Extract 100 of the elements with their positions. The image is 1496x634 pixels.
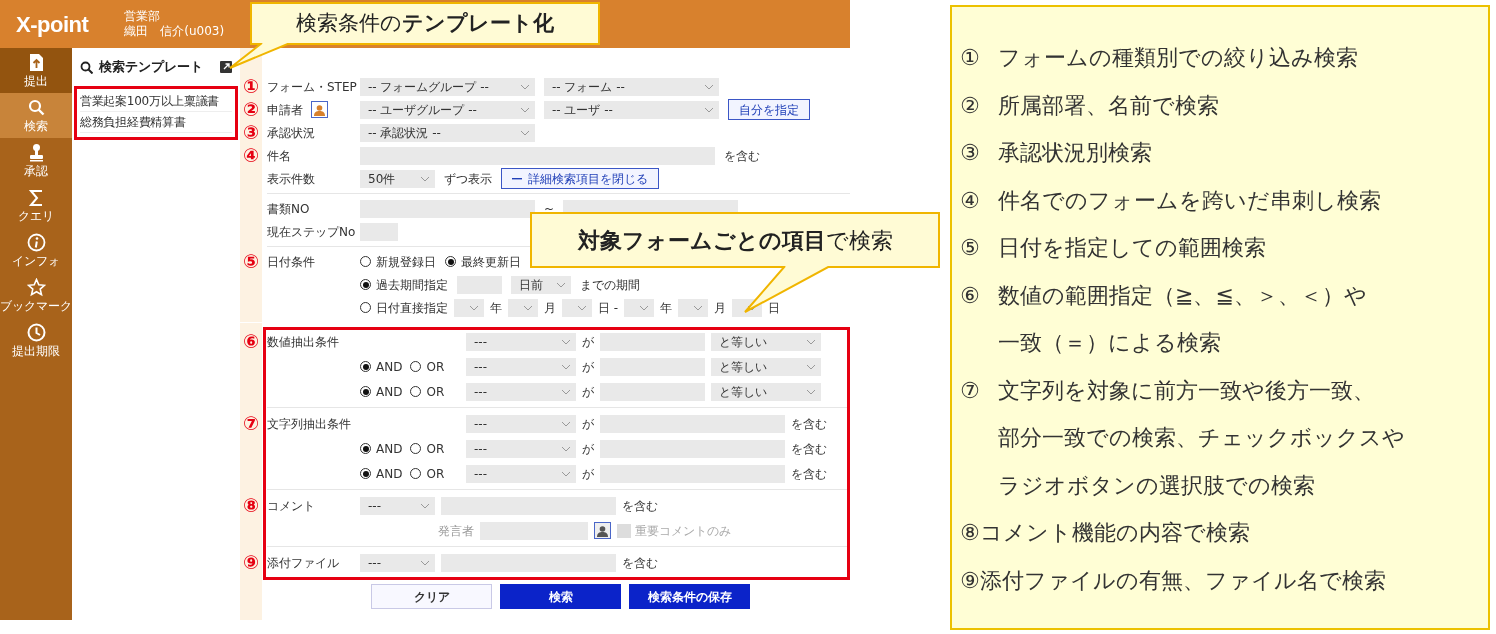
field-label: フォーム・STEP bbox=[267, 78, 357, 96]
step-marker: ⑧ bbox=[241, 496, 261, 515]
dropdown[interactable]: 50件 bbox=[360, 169, 435, 188]
dropdown[interactable]: --- bbox=[466, 414, 576, 433]
nav-item[interactable]: 提出 bbox=[0, 48, 72, 93]
note-text: 日付を指定しての範囲検索 bbox=[998, 234, 1266, 263]
dropdown[interactable]: -- フォーム -- bbox=[544, 77, 719, 96]
radio-option[interactable]: AND bbox=[360, 439, 403, 458]
chevron-icon bbox=[561, 420, 571, 427]
chevron-icon bbox=[520, 129, 530, 136]
field-label: 承認状況 bbox=[267, 124, 315, 142]
nav-item[interactable]: クエリ bbox=[0, 183, 72, 228]
note-text: ⑧コメント機能の内容で検索 bbox=[960, 519, 1250, 548]
dropdown[interactable] bbox=[562, 298, 592, 317]
radio-option[interactable]: 日付直接指定 bbox=[360, 298, 448, 317]
checkbox-option: 重要コメントのみ bbox=[617, 521, 731, 540]
dropdown[interactable]: 日前 bbox=[511, 275, 571, 294]
radio-option[interactable]: 新規登録日 bbox=[360, 252, 436, 271]
chevron-icon bbox=[420, 559, 430, 566]
radio-option[interactable]: OR bbox=[410, 382, 445, 401]
field-text: までの期間 bbox=[580, 276, 640, 294]
step-marker: ⑨ bbox=[241, 553, 261, 572]
dropdown[interactable] bbox=[624, 298, 655, 317]
primary-button[interactable]: 検索条件の保存 bbox=[629, 584, 750, 609]
field-text: が bbox=[582, 465, 594, 483]
field-text: が bbox=[582, 383, 594, 401]
chevron-icon bbox=[693, 304, 704, 311]
chevron-icon bbox=[520, 106, 530, 113]
radio-option[interactable]: 最終更新日 bbox=[445, 252, 521, 271]
field-text: 日 - bbox=[598, 299, 619, 317]
dropdown[interactable]: --- bbox=[466, 357, 576, 376]
field-text: 年 bbox=[660, 299, 673, 317]
chevron-icon bbox=[806, 388, 816, 395]
dropdown[interactable]: --- bbox=[360, 553, 435, 572]
dropdown[interactable]: と等しい bbox=[711, 357, 821, 376]
field-label: 文字列抽出条件 bbox=[267, 415, 351, 433]
action-button[interactable]: 自分を指定 bbox=[728, 99, 810, 120]
dropdown[interactable]: --- bbox=[466, 439, 576, 458]
note-text: 数値の範囲指定（≧、≦、＞、＜）や bbox=[998, 281, 1367, 310]
clock-icon bbox=[26, 323, 46, 342]
dropdown[interactable]: --- bbox=[360, 496, 435, 515]
radio-option[interactable]: AND bbox=[360, 464, 403, 483]
callout-text: 対象フォームごとの項目で検索 bbox=[577, 226, 893, 255]
user-picker-button[interactable] bbox=[311, 101, 328, 118]
dropdown[interactable]: --- bbox=[466, 464, 576, 483]
field-text: を含む bbox=[622, 497, 658, 515]
search-icon bbox=[80, 60, 93, 74]
template-item[interactable]: 総務負担経費精算書 bbox=[80, 112, 232, 133]
chevron-icon bbox=[520, 83, 530, 90]
chevron-icon bbox=[420, 502, 430, 509]
note-text: 部分一致での検索、チェックボックスや bbox=[998, 424, 1405, 453]
radio-option[interactable]: AND bbox=[360, 357, 403, 376]
note-marker: ② bbox=[960, 91, 981, 120]
nav-item[interactable]: ブックマーク bbox=[0, 273, 72, 318]
department-name: 営業部 bbox=[124, 9, 162, 24]
step-marker: ④ bbox=[241, 146, 261, 165]
dropdown[interactable]: --- bbox=[466, 332, 576, 351]
dropdown[interactable] bbox=[678, 298, 709, 317]
dropdown[interactable]: -- フォームグループ -- bbox=[360, 77, 535, 96]
dropdown[interactable]: -- ユーザグループ -- bbox=[360, 100, 535, 119]
step-marker: ⑥ bbox=[241, 332, 261, 351]
dropdown[interactable]: -- ユーザ -- bbox=[544, 100, 719, 119]
field-label: 件名 bbox=[267, 147, 291, 165]
field-text: を含む bbox=[791, 440, 827, 458]
primary-button[interactable]: 検索 bbox=[500, 584, 621, 609]
template-item[interactable]: 営業起案100万以上稟議書 bbox=[80, 91, 232, 112]
radio-option[interactable]: AND bbox=[360, 382, 403, 401]
nav-item[interactable]: インフォ bbox=[0, 228, 72, 273]
search-icon bbox=[26, 98, 46, 117]
note-text: 件名でのフォームを跨いだ串刺し検索 bbox=[998, 186, 1381, 215]
note-text: 文字列を対象に前方一致や後方一致、 bbox=[998, 376, 1375, 405]
note-marker: ③ bbox=[960, 139, 981, 168]
note-text: ⑨添付ファイルの有無、ファイル名で検索 bbox=[960, 566, 1386, 595]
field-label: 日付条件 bbox=[267, 253, 315, 271]
dropdown[interactable] bbox=[454, 298, 484, 317]
arrow-square-icon[interactable] bbox=[220, 61, 232, 73]
nav-item[interactable]: 提出期限 bbox=[0, 318, 72, 363]
panel-title: 検索テンプレート bbox=[99, 58, 203, 77]
radio-option[interactable]: 過去期間指定 bbox=[360, 275, 448, 294]
dropdown[interactable]: と等しい bbox=[711, 382, 821, 401]
dropdown[interactable] bbox=[508, 298, 538, 317]
radio-option[interactable]: OR bbox=[410, 464, 445, 483]
note-marker: ⑤ bbox=[960, 234, 981, 263]
dropdown[interactable]: --- bbox=[466, 382, 576, 401]
note-marker: ④ bbox=[960, 186, 981, 215]
input-field[interactable] bbox=[360, 199, 535, 218]
radio-option[interactable]: OR bbox=[410, 439, 445, 458]
field-text: 年 bbox=[490, 299, 502, 317]
field-label: 表示件数 bbox=[267, 170, 315, 188]
chevron-icon bbox=[577, 304, 587, 311]
secondary-button[interactable]: クリア bbox=[371, 584, 492, 609]
dropdown[interactable]: と等しい bbox=[711, 332, 821, 351]
radio-option[interactable]: OR bbox=[410, 357, 445, 376]
note-marker: ⑦ bbox=[960, 376, 981, 405]
dropdown[interactable]: -- 承認状況 -- bbox=[360, 123, 535, 142]
nav-item[interactable]: 承認 bbox=[0, 138, 72, 183]
field-label: コメント bbox=[267, 497, 315, 515]
callout-text: 検索条件のテンプレート化 bbox=[296, 9, 554, 37]
toggle-button[interactable]: 詳細検索項目を閉じる bbox=[501, 168, 659, 189]
field-label: 現在ステップNo bbox=[267, 223, 356, 241]
